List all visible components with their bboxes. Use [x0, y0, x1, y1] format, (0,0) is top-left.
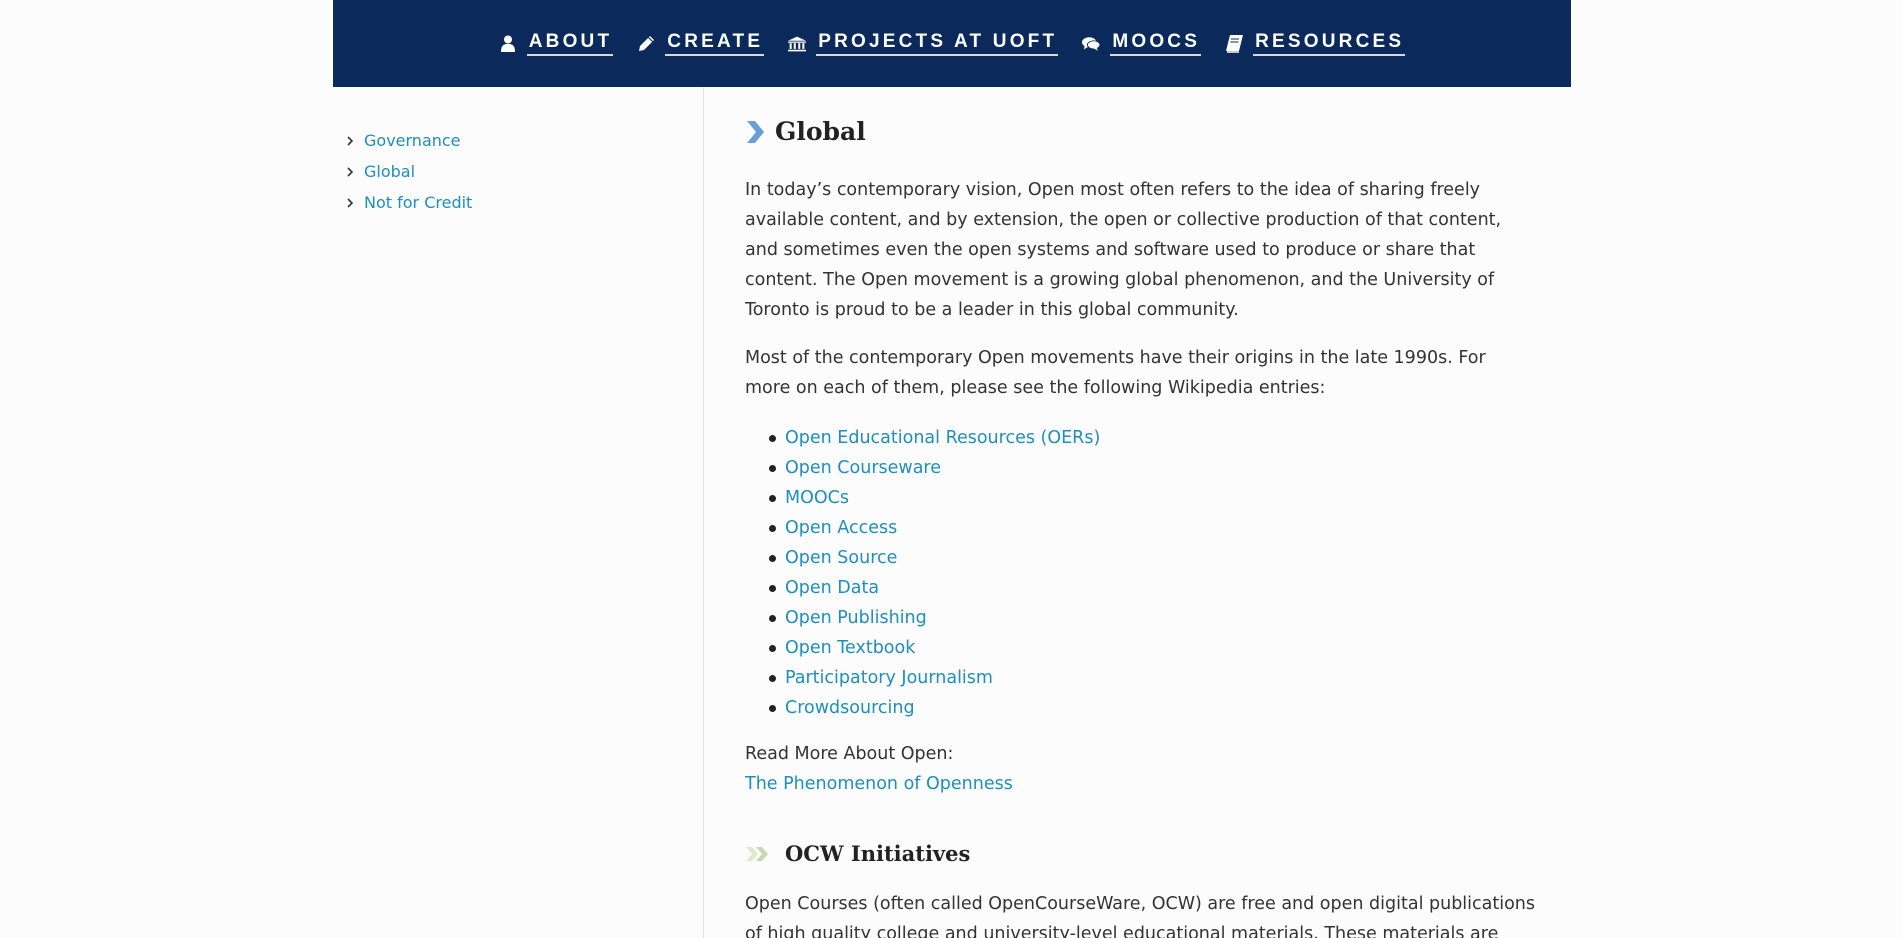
origins-paragraph: Most of the contemporary Open movements … — [745, 348, 1486, 398]
sidebar-item-global[interactable]: Global — [346, 156, 472, 187]
sidebar-item-label: Global — [364, 162, 416, 181]
sidebar-item-governance[interactable]: Governance — [346, 125, 472, 156]
wiki-link[interactable]: Open Source — [785, 548, 897, 568]
list-item: Open Educational Resources (OERs) — [769, 423, 1100, 453]
nav-resources[interactable]: RESOURCES — [1225, 29, 1406, 59]
read-more-label: Read More About Open: — [745, 744, 954, 764]
book-icon — [1225, 34, 1243, 53]
wikipedia-links: Open Educational Resources (OERs) Open C… — [769, 423, 1100, 723]
page-title-text: Global — [775, 117, 866, 146]
sidebar-list: Governance Global Not for Credit — [346, 125, 472, 218]
nav-projects[interactable]: PROJECTS AT UOFT — [788, 29, 1059, 59]
ocw-paragraph: Open Courses (often called OpenCourseWar… — [745, 894, 1535, 938]
list-item: Open Courseware — [769, 453, 1100, 483]
main-content: Global In today’s contemporary vision, O… — [745, 87, 1535, 938]
comments-icon — [1082, 35, 1101, 53]
list-item: Crowdsourcing — [769, 693, 1100, 723]
sidebar-item-label: Not for Credit — [364, 193, 473, 212]
nav-create[interactable]: CREATE — [637, 29, 765, 59]
page-layout: Governance Global Not for Credit Global — [333, 87, 1571, 938]
institution-icon — [788, 35, 807, 53]
chevron-right-icon — [346, 166, 355, 178]
list-item: Participatory Journalism — [769, 663, 1100, 693]
wiki-link[interactable]: Open Educational Resources (OERs) — [785, 428, 1100, 448]
wiki-link[interactable]: Participatory Journalism — [785, 668, 993, 688]
wiki-link[interactable]: Open Courseware — [785, 458, 941, 478]
user-icon — [499, 35, 517, 53]
list-item: Open Publishing — [769, 603, 1100, 633]
sidebar: Governance Global Not for Credit — [333, 87, 704, 938]
wiki-link[interactable]: Crowdsourcing — [785, 698, 915, 718]
list-item: Open Textbook — [769, 633, 1100, 663]
page-title: Global — [745, 117, 866, 146]
nav-moocs[interactable]: MOOCS — [1082, 29, 1202, 59]
list-item: Open Source — [769, 543, 1100, 573]
list-item: Open Data — [769, 573, 1100, 603]
sidebar-item-label: Governance — [364, 131, 461, 150]
intro-paragraph: In today’s contemporary vision, Open mos… — [745, 180, 1502, 320]
chevron-right-icon — [346, 135, 355, 147]
nav-moocs-label: MOOCS — [1110, 32, 1202, 56]
section-heading-text: OCW Initiatives — [785, 841, 971, 866]
wiki-link[interactable]: Open Access — [785, 518, 897, 538]
wiki-link[interactable]: MOOCs — [785, 488, 849, 508]
chevron-right-icon — [346, 197, 355, 209]
nav-about[interactable]: ABOUT — [499, 29, 614, 59]
double-chevron-icon — [745, 846, 775, 862]
section-heading: OCW Initiatives — [745, 841, 970, 866]
pencil-icon — [637, 35, 655, 53]
wiki-link[interactable]: Open Data — [785, 578, 879, 598]
top-navigation: ABOUT CREATE PROJECTS AT UOFT MOOCS RESO… — [333, 0, 1571, 87]
wiki-link[interactable]: Open Textbook — [785, 638, 915, 658]
sidebar-item-not-for-credit[interactable]: Not for Credit — [346, 187, 472, 218]
nav-about-label: ABOUT — [526, 32, 614, 56]
chevron-right-icon — [745, 120, 765, 144]
nav-create-label: CREATE — [665, 32, 765, 56]
wiki-link[interactable]: Open Publishing — [785, 608, 927, 628]
read-more-link[interactable]: The Phenomenon of Openness — [745, 769, 1013, 799]
nav-resources-label: RESOURCES — [1253, 32, 1406, 56]
nav-projects-label: PROJECTS AT UOFT — [816, 32, 1059, 56]
list-item: Open Access — [769, 513, 1100, 543]
list-item: MOOCs — [769, 483, 1100, 513]
